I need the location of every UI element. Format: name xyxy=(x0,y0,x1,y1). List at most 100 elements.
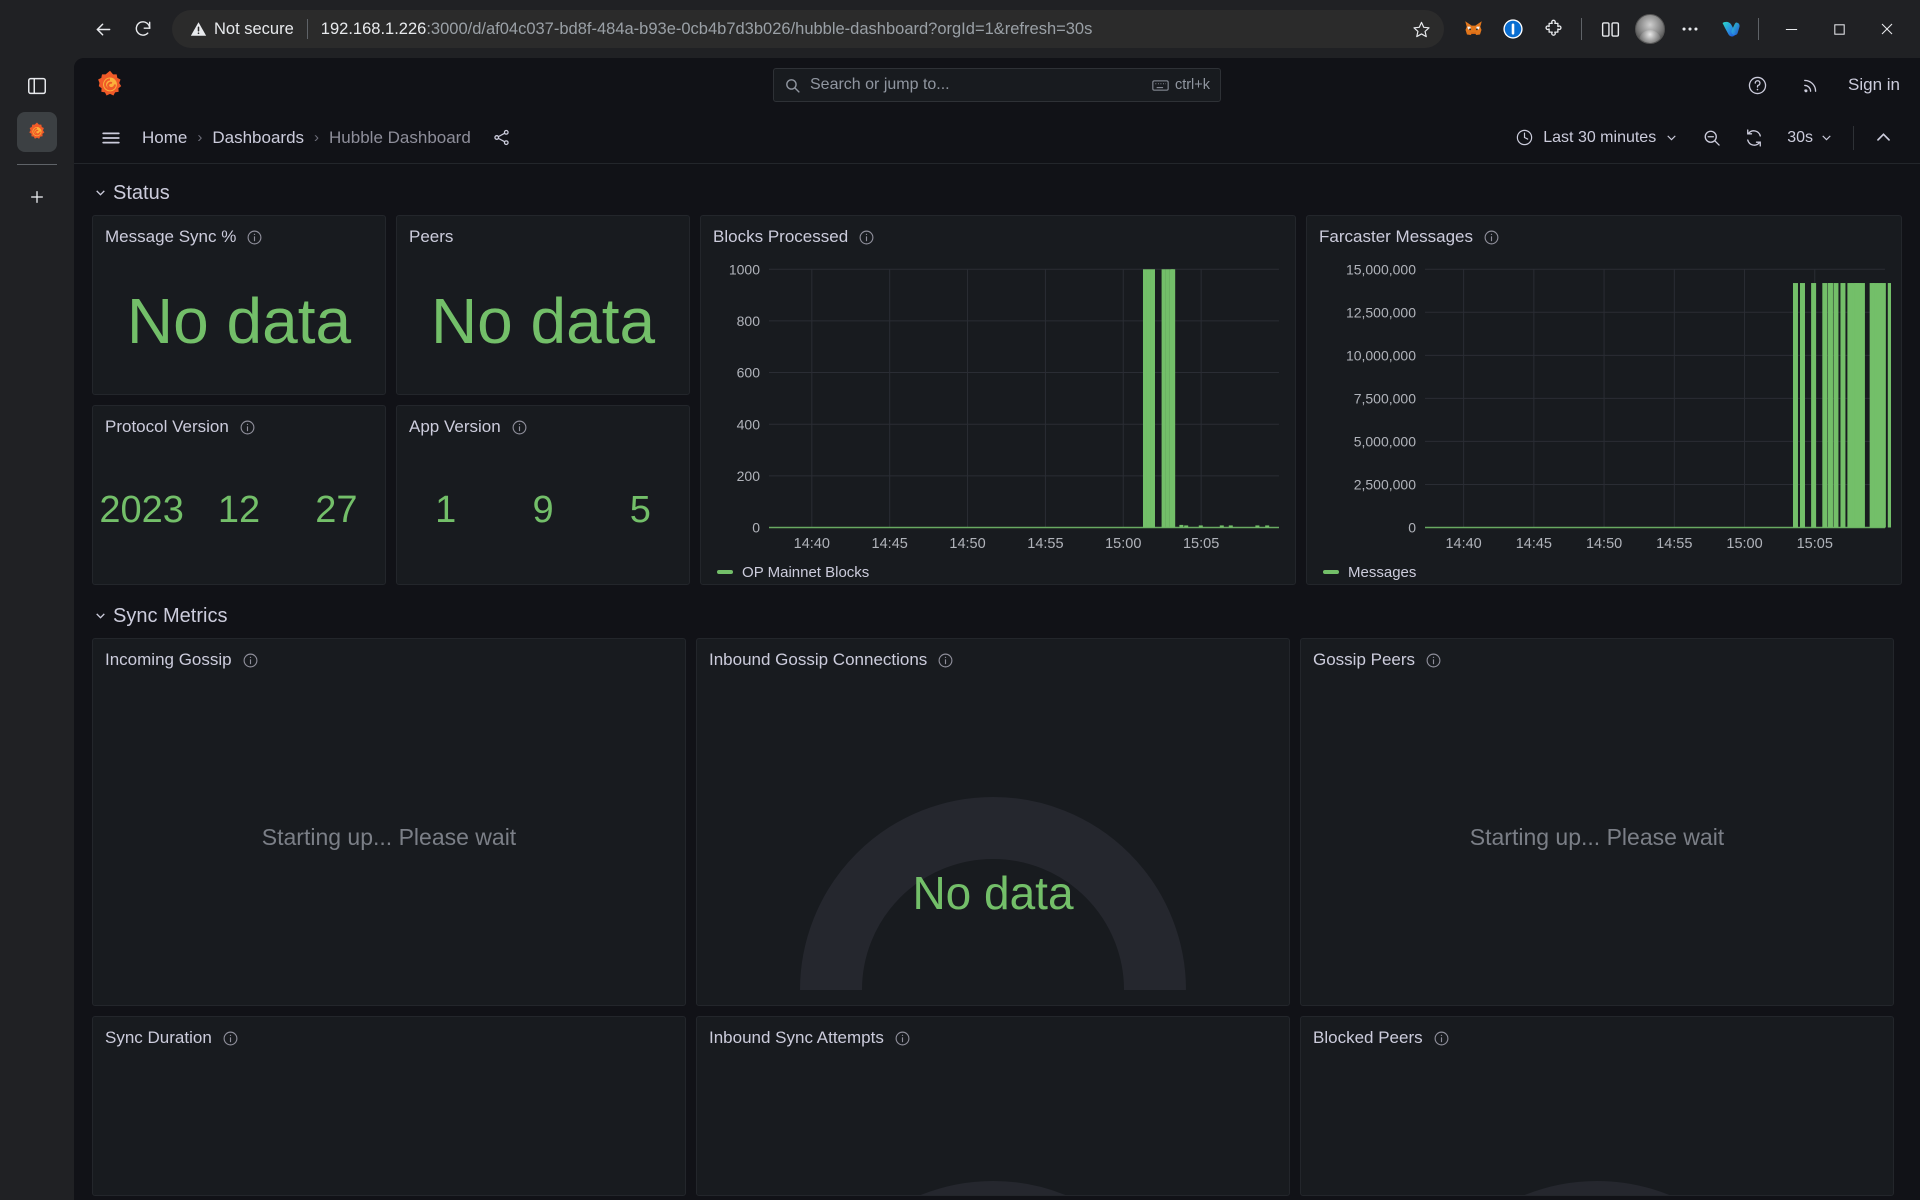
address-bar[interactable]: Not secure 192.168.1.226:3000/d/af04c037… xyxy=(172,10,1444,48)
panel-peers[interactable]: Peers No data xyxy=(396,215,691,395)
search-shortcut-label: ctrl+k xyxy=(1174,77,1210,93)
browser-tab-grafana[interactable] xyxy=(17,112,57,152)
security-status-label: Not secure xyxy=(214,19,294,38)
tab-list-icon[interactable] xyxy=(17,66,57,106)
svg-text:1000: 1000 xyxy=(729,261,760,277)
legend-swatch xyxy=(717,570,734,575)
info-icon[interactable] xyxy=(937,652,954,669)
keyboard-icon xyxy=(1152,79,1169,91)
panel-protocol-version[interactable]: Protocol Version 2023 12 27 xyxy=(92,405,387,585)
chevron-down-icon xyxy=(1822,135,1831,141)
copilot-icon[interactable] xyxy=(1711,10,1749,48)
breadcrumb-item-home[interactable]: Home xyxy=(142,128,187,148)
split-screen-icon[interactable] xyxy=(1591,10,1629,48)
info-icon[interactable] xyxy=(1433,1030,1450,1047)
refresh-interval-picker[interactable]: 30s xyxy=(1779,123,1841,153)
plot-area[interactable]: 0 2,500,000 5,000,000 7,500,000 10,000,000 12… xyxy=(1313,253,1902,558)
panel-message-sync[interactable]: Message Sync % No data xyxy=(92,215,387,395)
info-icon[interactable] xyxy=(222,1030,239,1047)
stat-value: No data xyxy=(430,284,656,357)
status-stats-column: Message Sync % No data Protocol Version xyxy=(92,215,387,585)
panel-body xyxy=(697,1048,1289,1195)
menu-hamburger-icon[interactable] xyxy=(94,121,128,155)
row-header-sync-metrics[interactable]: Sync Metrics xyxy=(92,597,1902,638)
panel-incoming-gossip[interactable]: Incoming Gossip Starting up... Please wa… xyxy=(92,638,686,1006)
panel-inbound-gossip-connections[interactable]: Inbound Gossip Connections No data xyxy=(696,638,1290,1006)
panel-body: 0 200 400 600 800 1000 14:40 14:45 14:50 14:55 15:… xyxy=(701,247,1295,584)
back-arrow-icon[interactable] xyxy=(84,10,122,48)
info-icon[interactable] xyxy=(511,419,528,436)
maximize-icon[interactable] xyxy=(1816,9,1862,49)
close-icon[interactable] xyxy=(1864,9,1910,49)
breadcrumb-item-hubble-dashboard[interactable]: Hubble Dashboard xyxy=(329,128,471,148)
breadcrumb-item-dashboards[interactable]: Dashboards xyxy=(212,128,304,148)
panel-blocks-processed[interactable]: Blocks Processed 0 200 400 600 800 1000 14:40 1… xyxy=(700,215,1297,585)
stat-value: 12 xyxy=(217,489,261,531)
grafana-logo-icon[interactable] xyxy=(94,69,126,101)
help-icon[interactable] xyxy=(1740,68,1774,102)
svg-text:14:40: 14:40 xyxy=(1446,536,1482,552)
panel-header: Blocked Peers xyxy=(1301,1017,1893,1048)
search-input[interactable]: Search or jump to... ctrl+k xyxy=(773,68,1221,102)
panel-inbound-sync-attempts[interactable]: Inbound Sync Attempts xyxy=(696,1016,1290,1196)
share-icon[interactable] xyxy=(485,121,519,155)
metamask-fox-icon[interactable] xyxy=(1454,10,1492,48)
panel-title: Inbound Gossip Connections xyxy=(709,650,928,669)
time-range-picker[interactable]: Last 30 minutes xyxy=(1506,122,1687,153)
toolbar-divider xyxy=(1581,18,1582,40)
sync-column-2: Inbound Gossip Connections No data Inbou… xyxy=(696,638,1290,1196)
panel-app-version[interactable]: App Version 1 9 5 xyxy=(396,405,691,585)
panel-header: Sync Duration xyxy=(93,1017,685,1048)
panel-sync-duration[interactable]: Sync Duration xyxy=(92,1016,686,1196)
stat-value: 27 xyxy=(315,489,358,531)
panel-title: Message Sync % xyxy=(105,227,237,246)
profile-avatar[interactable] xyxy=(1631,10,1669,48)
info-icon[interactable] xyxy=(242,652,259,669)
info-icon[interactable] xyxy=(239,419,256,436)
info-icon[interactable] xyxy=(894,1030,911,1047)
row-title-sync-metrics: Sync Metrics xyxy=(113,605,228,627)
info-icon[interactable] xyxy=(1483,229,1500,246)
info-icon[interactable] xyxy=(246,229,263,246)
row-header-status[interactable]: Status xyxy=(92,174,1902,215)
url-path: :3000/d/af04c037-bd8f-484a-b93e-0cb4b7d3… xyxy=(426,19,1093,38)
panel-blocked-peers[interactable]: Blocked Peers xyxy=(1300,1016,1894,1196)
panel-gossip-peers[interactable]: Gossip Peers Starting up... Please wait xyxy=(1300,638,1894,1006)
gauge-value: No data xyxy=(912,867,1074,919)
stat-value: 5 xyxy=(629,489,651,531)
star-icon[interactable] xyxy=(1404,12,1438,46)
svg-text:800: 800 xyxy=(737,313,760,329)
plot-area[interactable]: 0 200 400 600 800 1000 14:40 14:45 14:50 14:55 15:… xyxy=(707,253,1285,558)
panel-farcaster-messages[interactable]: Farcaster Messages 0 2,500,000 5,000,000 7,… xyxy=(1306,215,1902,585)
panel-header: Inbound Sync Attempts xyxy=(697,1017,1289,1048)
refresh-dashboard-button[interactable] xyxy=(1737,121,1771,155)
more-ellipsis-icon[interactable] xyxy=(1671,10,1709,48)
panel-body xyxy=(93,1048,685,1195)
chart-legend: OP Mainnet Blocks xyxy=(707,558,1285,584)
controls-divider xyxy=(1853,125,1854,150)
search-placeholder: Search or jump to... xyxy=(810,76,950,93)
collapse-toolbar-button[interactable] xyxy=(1866,121,1900,155)
panel-title: Protocol Version xyxy=(105,417,229,436)
1password-icon[interactable] xyxy=(1494,10,1532,48)
info-icon[interactable] xyxy=(1425,652,1442,669)
reload-icon[interactable] xyxy=(124,10,162,48)
panel-body: 1 9 5 xyxy=(397,437,689,584)
puzzle-piece-icon[interactable] xyxy=(1534,10,1572,48)
news-rss-icon[interactable] xyxy=(1794,68,1828,102)
zoom-out-time-range-button[interactable] xyxy=(1695,121,1729,155)
panel-title: Blocked Peers xyxy=(1313,1028,1423,1047)
new-tab-plus-icon[interactable] xyxy=(17,177,57,217)
chevron-down-icon xyxy=(1667,135,1676,141)
legend-label[interactable]: Messages xyxy=(1348,564,1416,581)
chevron-down-icon xyxy=(94,186,107,202)
breadcrumb-separator: › xyxy=(197,129,203,146)
sign-in-button[interactable]: Sign in xyxy=(1848,75,1900,95)
svg-text:5,000,000: 5,000,000 xyxy=(1354,433,1416,449)
panel-status-message: Starting up... Please wait xyxy=(261,824,517,850)
panel-header: Protocol Version xyxy=(93,406,385,437)
legend-label[interactable]: OP Mainnet Blocks xyxy=(742,564,869,581)
minimize-icon[interactable] xyxy=(1768,9,1814,49)
info-icon[interactable] xyxy=(858,229,875,246)
sync-metrics-grid: Incoming Gossip Starting up... Please wa… xyxy=(92,638,1902,1196)
